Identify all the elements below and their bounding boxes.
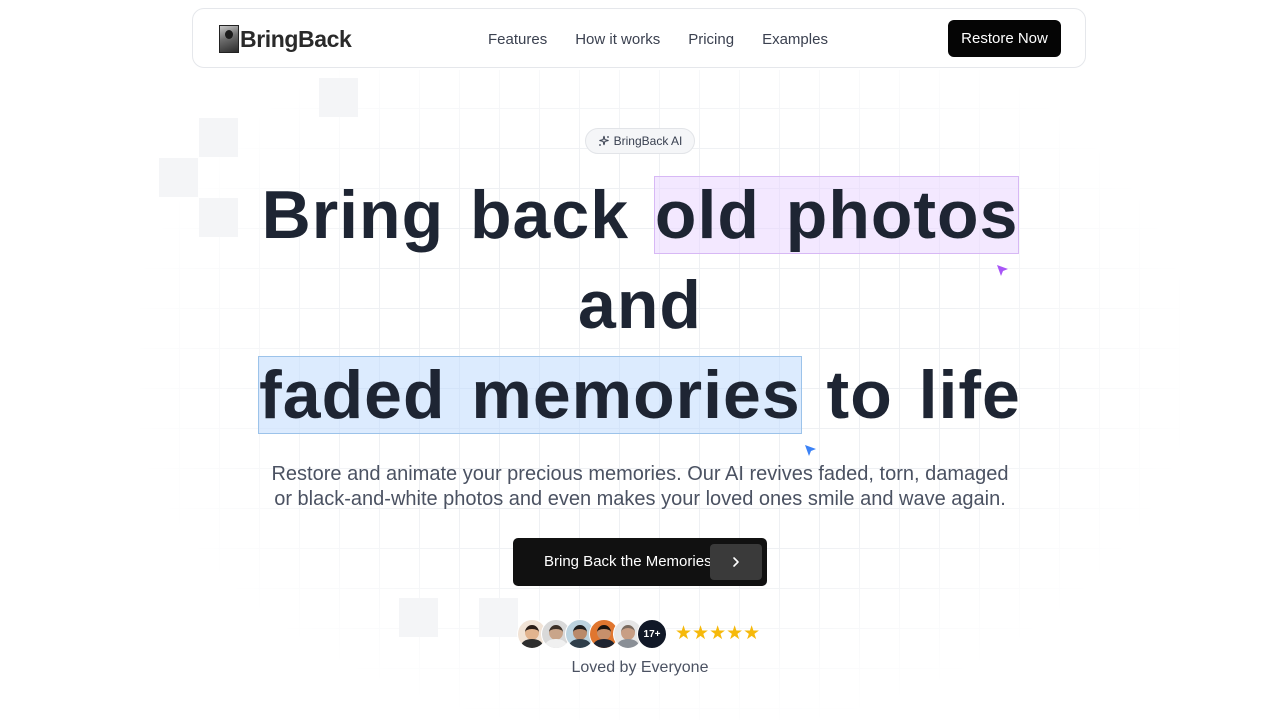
- headline-line-3: faded memories to life: [0, 350, 1280, 440]
- headline-text: Bring back: [261, 177, 655, 253]
- badge-label: BringBack AI: [613, 134, 683, 148]
- blue-cursor-icon: [805, 445, 816, 456]
- grid-cell: [399, 598, 438, 637]
- chevron-right-icon: [710, 544, 762, 580]
- nav-link-examples[interactable]: Examples: [762, 31, 828, 48]
- headline-text: to life: [800, 357, 1021, 433]
- ai-badge: BringBack AI: [585, 128, 695, 154]
- nav-link-how-it-works[interactable]: How it works: [575, 31, 660, 48]
- cta-label: Bring Back the Memories: [544, 553, 712, 570]
- subtitle-line-2: or black-and-white photos and even makes…: [274, 488, 1006, 510]
- nav-links: Features How it works Pricing Examples: [488, 9, 856, 69]
- bring-back-memories-button[interactable]: Bring Back the Memories: [513, 538, 767, 586]
- headline-line-1: Bring back old photos: [0, 170, 1280, 260]
- top-navbar: BringBack Features How it works Pricing …: [192, 8, 1086, 68]
- loved-caption: Loved by Everyone: [571, 659, 709, 676]
- five-star-rating: ★★★★★: [675, 623, 761, 644]
- subtitle-line-1: Restore and animate your precious memori…: [271, 463, 1009, 485]
- headline-text: and: [578, 267, 702, 343]
- landing-page: BringBack Features How it works Pricing …: [0, 0, 1280, 720]
- brand-logo[interactable]: BringBack: [219, 23, 352, 55]
- restore-now-button[interactable]: Restore Now: [948, 20, 1061, 57]
- grid-cell: [319, 78, 358, 117]
- brand-name: BringBack: [240, 25, 352, 52]
- grid-cell: [199, 118, 238, 157]
- sparkles-icon: [598, 135, 609, 146]
- highlight-faded-memories: faded memories: [258, 356, 802, 434]
- hero-subtitle: Restore and animate your precious memori…: [240, 462, 1040, 512]
- purple-cursor-icon: [997, 265, 1008, 276]
- portrait-logo-icon: [219, 25, 239, 53]
- headline-line-2: and: [0, 260, 1280, 350]
- avatar-count-badge: 17+: [637, 619, 667, 649]
- nav-link-features[interactable]: Features: [488, 31, 547, 48]
- highlight-old-photos: old photos: [653, 176, 1020, 254]
- grid-cell: [479, 598, 518, 637]
- nav-link-pricing[interactable]: Pricing: [688, 31, 734, 48]
